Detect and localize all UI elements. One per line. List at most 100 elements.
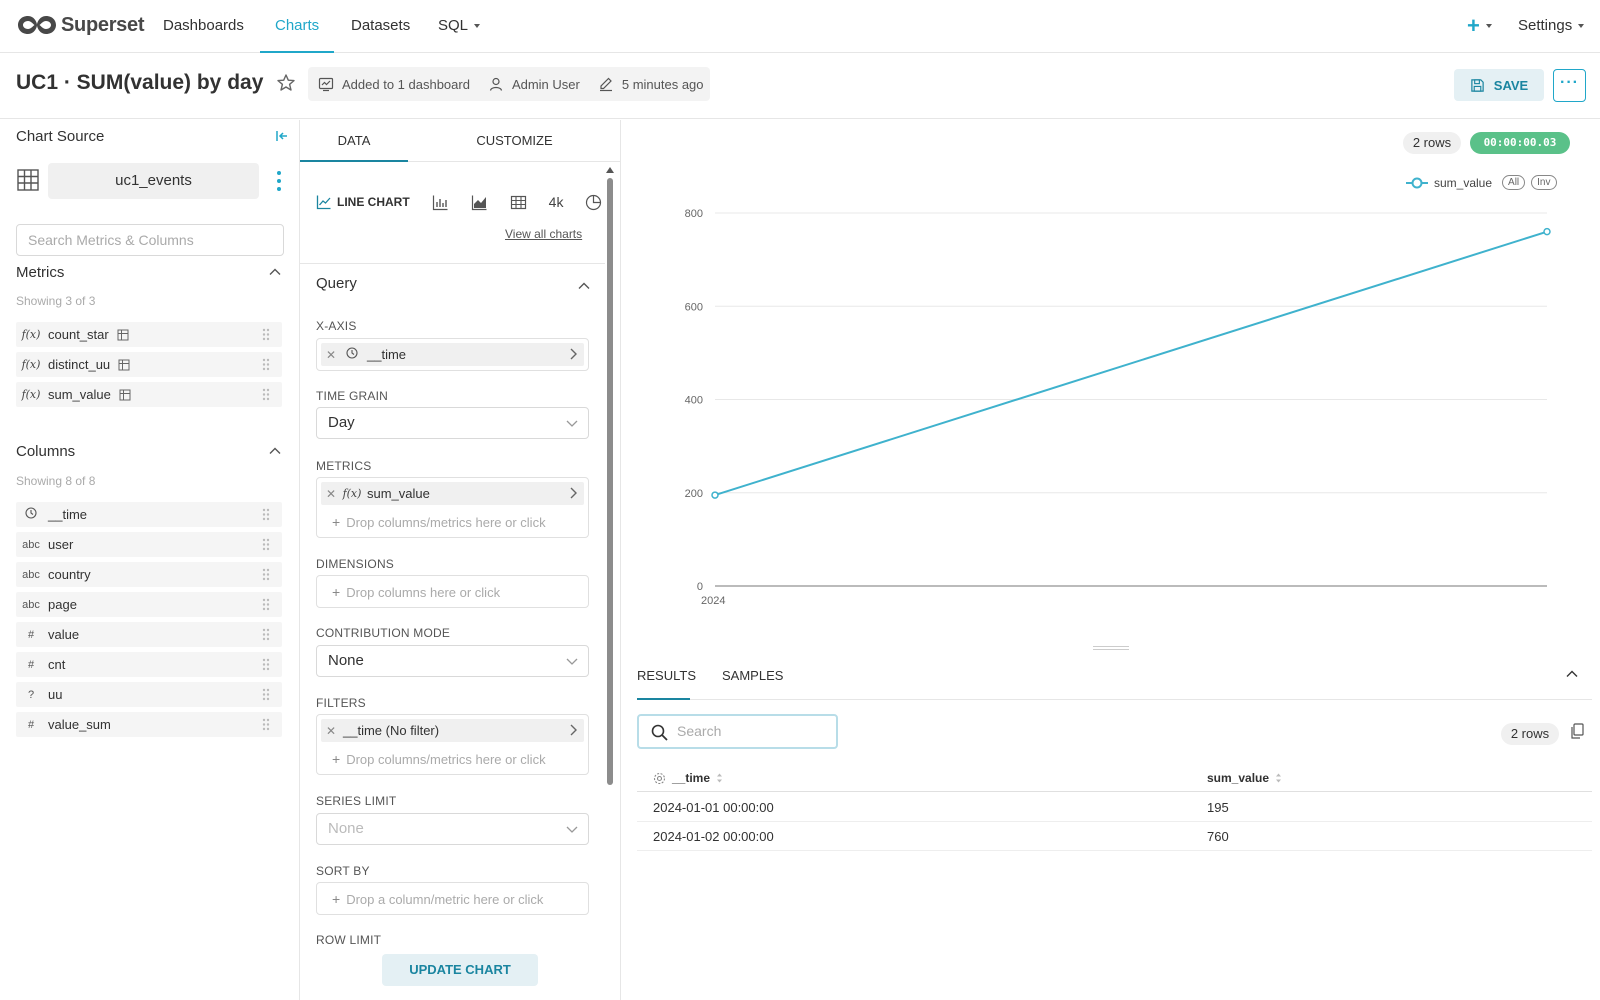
metric-item[interactable]: f(x) sum_value xyxy=(16,382,282,407)
column-item[interactable]: abc country xyxy=(16,562,282,587)
sort-by-control[interactable]: + Drop a column/metric here or click xyxy=(316,882,589,915)
drag-handle-icon[interactable] xyxy=(262,718,270,731)
drag-handle-icon[interactable] xyxy=(262,538,270,551)
column-item[interactable]: # cnt xyxy=(16,652,282,677)
time-grain-select[interactable]: Day xyxy=(316,407,589,439)
sort-icon[interactable] xyxy=(1275,773,1282,783)
nav-charts[interactable]: Charts xyxy=(260,0,335,53)
contribution-mode-select[interactable]: None xyxy=(316,645,589,677)
results-search-input[interactable]: Search xyxy=(637,714,838,749)
remove-icon[interactable]: ✕ xyxy=(321,724,341,738)
nav-dashboards[interactable]: Dashboards xyxy=(163,0,244,53)
drag-handle-icon[interactable] xyxy=(262,598,270,611)
nav-datasets[interactable]: Datasets xyxy=(351,0,410,53)
column-item[interactable]: __time xyxy=(16,502,282,527)
column-item[interactable]: abc user xyxy=(16,532,282,557)
remove-icon[interactable]: ✕ xyxy=(321,487,341,501)
add-metric-dropzone[interactable]: + Drop columns/metrics here or click xyxy=(332,514,546,530)
metric-item[interactable]: f(x) distinct_uu xyxy=(16,352,282,377)
chevron-up-icon[interactable] xyxy=(268,265,282,279)
xaxis-chip[interactable]: ✕ __time xyxy=(321,343,584,366)
modified-meta[interactable]: 5 minutes ago xyxy=(598,76,704,92)
columns-section-title[interactable]: Columns xyxy=(16,443,75,460)
big-number-chart-icon[interactable]: 4k xyxy=(549,194,564,210)
column-item[interactable]: abc page xyxy=(16,592,282,617)
settings-gear-icon[interactable] xyxy=(653,772,666,785)
metric-value: sum_value xyxy=(367,486,430,501)
tab-customize[interactable]: CUSTOMIZE xyxy=(408,120,620,162)
drag-handle-icon[interactable] xyxy=(262,628,270,641)
pie-chart-icon[interactable] xyxy=(585,194,602,211)
dataset-name[interactable]: uc1_events xyxy=(48,163,259,199)
dimensions-control[interactable]: + Drop columns here or click xyxy=(316,575,589,608)
superset-logo[interactable]: Superset xyxy=(16,12,144,38)
kebab-menu-icon[interactable] xyxy=(276,170,282,192)
star-icon[interactable] xyxy=(276,73,296,93)
divider xyxy=(300,263,605,264)
add-filter-dropzone[interactable]: + Drop columns/metrics here or click xyxy=(332,751,546,767)
new-menu[interactable]: + xyxy=(1467,0,1492,53)
tab-results[interactable]: RESULTS xyxy=(637,668,696,700)
metric-chip[interactable]: ✕ f(x) sum_value xyxy=(321,482,584,505)
tab-data[interactable]: DATA xyxy=(300,120,408,162)
table-row[interactable]: 2024-01-01 00:00:00 195 xyxy=(637,793,1592,822)
copy-icon[interactable] xyxy=(1570,723,1584,739)
y-tick-label: 800 xyxy=(685,208,703,220)
add-sort-dropzone[interactable]: + Drop a column/metric here or click xyxy=(332,891,543,907)
chart-header: UC1 · SUM(value) by day Added to 1 dashb… xyxy=(0,53,1600,119)
modified-meta-label: 5 minutes ago xyxy=(621,76,704,92)
metric-item[interactable]: f(x) count_star xyxy=(16,322,282,347)
tab-samples[interactable]: SAMPLES xyxy=(722,668,783,700)
scroll-up-arrow-icon[interactable] xyxy=(606,167,614,173)
area-chart-icon[interactable] xyxy=(471,194,488,211)
metrics-section-title[interactable]: Metrics xyxy=(16,264,64,281)
series-limit-select[interactable]: None xyxy=(316,813,589,845)
drag-handle-icon[interactable] xyxy=(262,358,270,371)
search-icon xyxy=(651,724,668,741)
view-all-charts-link[interactable]: View all charts xyxy=(505,227,582,241)
nav-sql[interactable]: SQL xyxy=(438,0,481,53)
viz-line-chart[interactable]: LINE CHART xyxy=(316,194,410,210)
table-row[interactable]: 2024-01-02 00:00:00 760 xyxy=(637,822,1592,851)
column-item[interactable]: # value_sum xyxy=(16,712,282,737)
table-chart-icon[interactable] xyxy=(510,194,527,211)
drag-handle-icon[interactable] xyxy=(262,508,270,521)
drag-handle-icon[interactable] xyxy=(262,658,270,671)
settings-menu[interactable]: Settings xyxy=(1518,0,1585,53)
column-header-time[interactable]: __time xyxy=(653,771,723,785)
column-item[interactable]: # value xyxy=(16,622,282,647)
save-button[interactable]: SAVE xyxy=(1454,69,1544,101)
dashboards-meta[interactable]: Added to 1 dashboard xyxy=(318,76,470,92)
metrics-columns-search-input[interactable]: Search Metrics & Columns xyxy=(16,224,284,256)
drag-handle-icon[interactable] xyxy=(262,328,270,341)
chevron-up-icon[interactable] xyxy=(1565,667,1579,681)
bar-chart-icon[interactable] xyxy=(432,194,449,211)
add-dimension-dropzone[interactable]: + Drop columns here or click xyxy=(332,584,500,600)
drag-handle-icon[interactable] xyxy=(262,688,270,701)
sort-icon[interactable] xyxy=(716,773,723,783)
top-nav: Superset Dashboards Charts Datasets SQL … xyxy=(0,0,1600,53)
filter-chip[interactable]: ✕ __time (No filter) xyxy=(321,719,584,742)
remove-icon[interactable]: ✕ xyxy=(321,348,341,362)
chart-results-resize-handle[interactable] xyxy=(1093,646,1129,650)
more-options-button[interactable]: ··· xyxy=(1553,69,1586,102)
column-item[interactable]: ? uu xyxy=(16,682,282,707)
drag-handle-icon[interactable] xyxy=(262,388,270,401)
contribution-mode-label: CONTRIBUTION MODE xyxy=(316,626,451,640)
column-header-sum-value[interactable]: sum_value xyxy=(1207,771,1282,785)
column-name: __time xyxy=(48,507,88,522)
chevron-up-icon[interactable] xyxy=(268,444,282,458)
owner-meta[interactable]: Admin User xyxy=(488,76,580,92)
y-tick-label: 200 xyxy=(685,488,703,500)
control-panel-scrollbar[interactable] xyxy=(607,178,613,785)
chart-title[interactable]: UC1 · SUM(value) by day xyxy=(16,71,263,95)
results-search-placeholder: Search xyxy=(677,723,722,739)
chevron-up-icon[interactable] xyxy=(577,279,591,293)
results-row-count-badge: 2 rows xyxy=(1501,723,1559,745)
drag-handle-icon[interactable] xyxy=(262,568,270,581)
collapse-panel-icon[interactable] xyxy=(274,128,290,144)
update-chart-button[interactable]: UPDATE CHART xyxy=(382,954,538,986)
chevron-down-icon xyxy=(1578,24,1585,29)
data-point xyxy=(1543,227,1551,236)
query-section-title[interactable]: Query xyxy=(316,275,357,292)
